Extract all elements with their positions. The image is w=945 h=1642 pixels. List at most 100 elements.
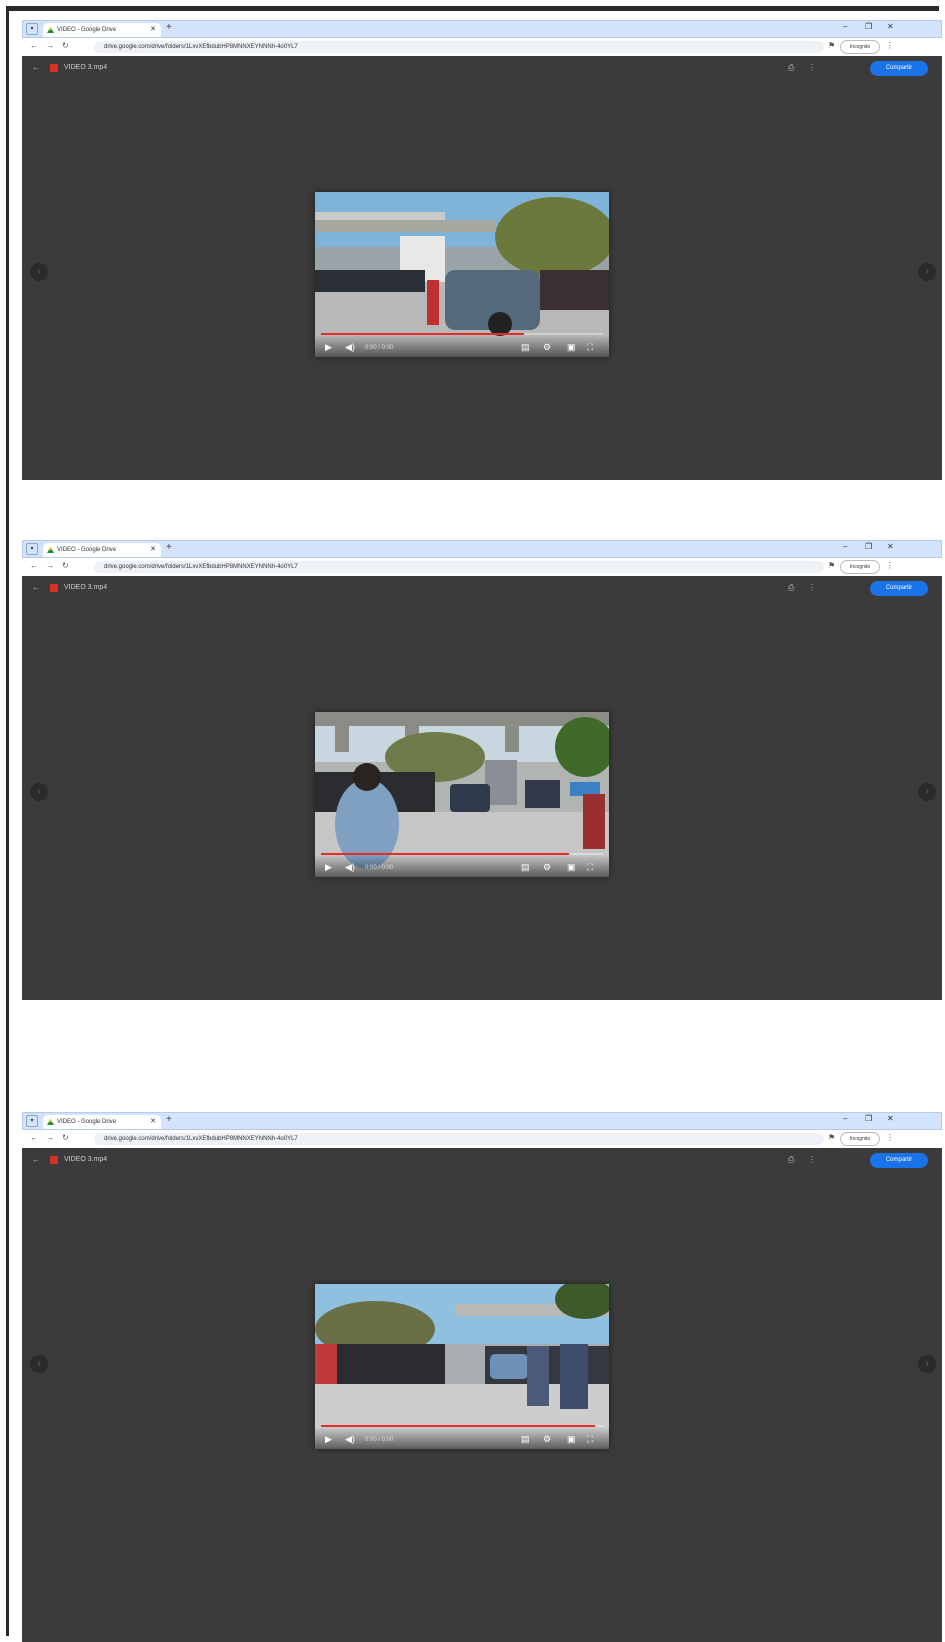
video-file-icon <box>50 1156 58 1164</box>
print-icon[interactable]: ⎙ <box>788 1155 794 1165</box>
more-vert-icon[interactable]: ⋮ <box>808 1155 816 1164</box>
tab-title: VIDEO - Google Drive <box>57 547 117 553</box>
plus-icon[interactable]: + <box>166 22 172 33</box>
play-icon[interactable]: ▶ <box>325 862 332 872</box>
video-player[interactable]: ▶ ◀) 0:00 / 0:00 ▤ ⚙ ▣ ⛶ <box>315 192 609 357</box>
arrow-left-icon[interactable]: ← <box>32 1155 40 1164</box>
address-bar[interactable]: drive.google.com/drive/folders/1LxvXEfbd… <box>94 561 824 573</box>
restore-icon[interactable]: ❐ <box>865 542 872 551</box>
chevron-right-icon[interactable]: › <box>918 783 936 801</box>
miniplayer-icon[interactable]: ▣ <box>567 342 576 352</box>
tab-search-icon[interactable]: ▾ <box>26 543 38 555</box>
share-button[interactable]: Compartir <box>870 61 928 76</box>
fullscreen-icon[interactable]: ⛶ <box>587 862 593 872</box>
arrow-left-icon[interactable]: ← <box>30 41 38 50</box>
tab-title: VIDEO - Google Drive <box>57 1119 117 1125</box>
minimize-icon[interactable]: – <box>843 542 847 551</box>
drive-video-viewer: ← VIDEO 3.mp4 ⎙ ⋮ Compartir ‹ › ▶ ◀) 0:0… <box>22 56 942 480</box>
window-close-icon[interactable]: ✕ <box>887 1114 894 1123</box>
reload-icon[interactable]: ↻ <box>62 561 69 570</box>
chevron-right-icon[interactable]: › <box>918 1355 936 1373</box>
profile-chip[interactable]: Incognito <box>840 1132 880 1146</box>
plus-icon[interactable]: + <box>166 542 172 553</box>
file-name: VIDEO 3.mp4 <box>64 584 108 591</box>
volume-icon[interactable]: ◀) <box>345 862 355 872</box>
browser-tab-strip: ▾ VIDEO - Google Drive ✕ + – ❐ ✕ <box>22 20 942 38</box>
print-icon[interactable]: ⎙ <box>788 63 794 73</box>
arrow-left-icon[interactable]: ← <box>30 1133 38 1142</box>
captions-icon[interactable]: ▤ <box>521 342 530 352</box>
arrow-right-icon[interactable]: → <box>46 41 54 50</box>
close-icon[interactable]: ✕ <box>150 543 156 557</box>
file-name: VIDEO 3.mp4 <box>64 1156 108 1163</box>
arrow-left-icon[interactable]: ← <box>32 63 40 72</box>
share-button[interactable]: Compartir <box>870 1153 928 1168</box>
captions-icon[interactable]: ▤ <box>521 1434 530 1444</box>
tab-search-icon[interactable]: ▾ <box>26 1115 38 1127</box>
profile-chip[interactable]: Incognito <box>840 40 880 54</box>
screenshot-capture-2: ▾ VIDEO - Google Drive ✕ + – ❐ ✕ ← → ↻ d… <box>22 540 942 1000</box>
browser-menu-icon[interactable]: ⋮ <box>886 1133 894 1142</box>
reload-icon[interactable]: ↻ <box>62 41 69 50</box>
chevron-right-icon[interactable]: › <box>918 263 936 281</box>
tab-title: VIDEO - Google Drive <box>57 27 117 33</box>
volume-icon[interactable]: ◀) <box>345 1434 355 1444</box>
profile-chip[interactable]: Incognito <box>840 560 880 574</box>
browser-menu-icon[interactable]: ⋮ <box>886 561 894 570</box>
minimize-icon[interactable]: – <box>843 22 847 31</box>
arrow-right-icon[interactable]: → <box>46 561 54 570</box>
plus-icon[interactable]: + <box>166 1114 172 1125</box>
arrow-left-icon[interactable]: ← <box>32 583 40 592</box>
fullscreen-icon[interactable]: ⛶ <box>587 1434 593 1444</box>
play-icon[interactable]: ▶ <box>325 1434 332 1444</box>
volume-icon[interactable]: ◀) <box>345 342 355 352</box>
arrow-left-icon[interactable]: ← <box>30 561 38 570</box>
extension-icon[interactable]: ⚑ <box>828 561 835 570</box>
tab-search-icon[interactable]: ▾ <box>26 23 38 35</box>
restore-icon[interactable]: ❐ <box>865 1114 872 1123</box>
address-bar[interactable]: drive.google.com/drive/folders/1LxvXEfbd… <box>94 1133 824 1145</box>
window-close-icon[interactable]: ✕ <box>887 22 894 31</box>
browser-menu-icon[interactable]: ⋮ <box>886 41 894 50</box>
timecode: 0:00 / 0:00 <box>365 1437 394 1443</box>
minimize-icon[interactable]: – <box>843 1114 847 1123</box>
video-player[interactable]: ▶ ◀) 0:00 / 0:00 ▤ ⚙ ▣ ⛶ <box>315 1284 609 1449</box>
miniplayer-icon[interactable]: ▣ <box>567 1434 576 1444</box>
close-icon[interactable]: ✕ <box>150 1115 156 1129</box>
window-close-icon[interactable]: ✕ <box>887 542 894 551</box>
captions-icon[interactable]: ▤ <box>521 862 530 872</box>
gear-icon[interactable]: ⚙ <box>543 862 551 872</box>
player-controls: ▶ ◀) 0:00 / 0:00 ▤ ⚙ ▣ ⛶ <box>315 855 609 877</box>
extension-icon[interactable]: ⚑ <box>828 1133 835 1142</box>
close-icon[interactable]: ✕ <box>150 23 156 37</box>
fullscreen-icon[interactable]: ⛶ <box>587 342 593 352</box>
browser-toolbar: ← → ↻ drive.google.com/drive/folders/1Lx… <box>22 1130 942 1149</box>
browser-tab[interactable]: VIDEO - Google Drive ✕ <box>43 543 161 557</box>
more-vert-icon[interactable]: ⋮ <box>808 583 816 592</box>
drive-video-viewer: ← VIDEO 3.mp4 ⎙ ⋮ Compartir ‹ › ▶ ◀) 0:0… <box>22 1148 942 1642</box>
video-player[interactable]: ▶ ◀) 0:00 / 0:00 ▤ ⚙ ▣ ⛶ <box>315 712 609 877</box>
arrow-right-icon[interactable]: → <box>46 1133 54 1142</box>
gear-icon[interactable]: ⚙ <box>543 1434 551 1444</box>
chevron-left-icon[interactable]: ‹ <box>30 1355 48 1373</box>
reload-icon[interactable]: ↻ <box>62 1133 69 1142</box>
viewer-header: ← VIDEO 3.mp4 ⎙ ⋮ Compartir <box>22 56 942 82</box>
player-controls: ▶ ◀) 0:00 / 0:00 ▤ ⚙ ▣ ⛶ <box>315 1427 609 1449</box>
more-vert-icon[interactable]: ⋮ <box>808 63 816 72</box>
chevron-left-icon[interactable]: ‹ <box>30 783 48 801</box>
share-button[interactable]: Compartir <box>870 581 928 596</box>
address-bar[interactable]: drive.google.com/drive/folders/1LxvXEfbd… <box>94 41 824 53</box>
screenshot-capture-3: ▾ VIDEO - Google Drive ✕ + – ❐ ✕ ← → ↻ d… <box>22 1112 942 1642</box>
viewer-header: ← VIDEO 3.mp4 ⎙ ⋮ Compartir <box>22 1148 942 1174</box>
restore-icon[interactable]: ❐ <box>865 22 872 31</box>
print-icon[interactable]: ⎙ <box>788 583 794 593</box>
miniplayer-icon[interactable]: ▣ <box>567 862 576 872</box>
gear-icon[interactable]: ⚙ <box>543 342 551 352</box>
screenshot-capture-1: ▾ VIDEO - Google Drive ✕ + – ❐ ✕ ← → ↻ d… <box>22 20 942 480</box>
play-icon[interactable]: ▶ <box>325 342 332 352</box>
browser-tab[interactable]: VIDEO - Google Drive ✕ <box>43 1115 161 1129</box>
browser-tab[interactable]: VIDEO - Google Drive ✕ <box>43 23 161 37</box>
chevron-left-icon[interactable]: ‹ <box>30 263 48 281</box>
extension-icon[interactable]: ⚑ <box>828 41 835 50</box>
file-name: VIDEO 3.mp4 <box>64 64 108 71</box>
